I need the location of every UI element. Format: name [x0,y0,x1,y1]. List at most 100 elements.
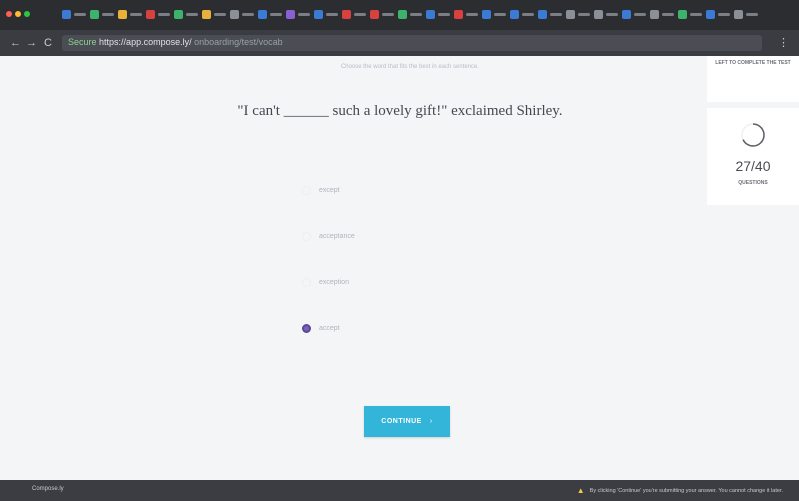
tab-favicon-icon [342,10,351,19]
back-icon[interactable]: ← [10,36,21,50]
browser-tab[interactable] [426,10,456,20]
browser-tab[interactable] [594,10,624,20]
tab-title [718,13,730,16]
browser-tab[interactable] [314,10,344,20]
tab-title [634,13,646,16]
maximize-window-dot[interactable] [24,11,30,17]
tab-favicon-icon [510,10,519,19]
tab-title [606,13,618,16]
radio-exception[interactable] [302,277,311,287]
tab-title [746,13,758,16]
browser-tab[interactable] [174,10,204,20]
warning-icon: ▲ [576,486,585,495]
tab-favicon-icon [482,10,491,19]
browser-tab[interactable] [454,10,484,20]
tab-favicon-icon [62,10,71,19]
radio-except[interactable] [302,185,311,195]
tab-title [214,13,226,16]
browser-tab[interactable] [734,10,764,20]
radio-accept-selected[interactable] [302,323,311,333]
browser-tab[interactable] [650,10,680,20]
browser-tab[interactable] [622,10,652,20]
tab-favicon-icon [202,10,211,19]
browser-tab-bar [0,0,799,30]
browser-tab[interactable] [230,10,260,20]
tab-title [550,13,562,16]
footer-bar: Compose.ly ▲ By clicking 'Continue' you'… [0,480,799,501]
tab-title [242,13,254,16]
tab-title [130,13,142,16]
browser-tab[interactable] [62,10,92,20]
option-accept[interactable]: accept [302,321,340,335]
tab-favicon-icon [622,10,631,19]
tab-title [158,13,170,16]
option-acceptance[interactable]: acceptance [302,229,355,243]
tab-title [102,13,114,16]
tab-favicon-icon [650,10,659,19]
progress-ring-icon [741,123,765,147]
browser-tab[interactable] [510,10,540,20]
browser-tab[interactable] [370,10,400,20]
tab-favicon-icon [426,10,435,19]
tab-favicon-icon [146,10,155,19]
left-to-complete-label: LEFT TO COMPLETE THE TEST [715,60,791,66]
browser-tab[interactable] [706,10,736,20]
secure-label: Secure [68,37,97,47]
tab-title [578,13,590,16]
continue-label: CONTINUE [381,418,422,425]
browser-tab[interactable] [482,10,512,20]
browser-tab[interactable] [398,10,428,20]
url-text: Secure https://app.compose.ly/ onboardin… [68,37,283,47]
tab-favicon-icon [258,10,267,19]
tab-favicon-icon [538,10,547,19]
option-label: except [319,186,340,194]
browser-tab[interactable] [118,10,148,20]
tab-title [410,13,422,16]
browser-tab[interactable] [342,10,372,20]
browser-tab[interactable] [678,10,708,20]
browser-tab[interactable] [146,10,176,20]
option-except[interactable]: except [302,183,340,197]
tab-title [382,13,394,16]
browser-tab[interactable] [286,10,316,20]
tab-favicon-icon [594,10,603,19]
radio-acceptance[interactable] [302,231,311,241]
tab-title [438,13,450,16]
tab-favicon-icon [566,10,575,19]
minimize-window-dot[interactable] [15,11,21,17]
tab-title [354,13,366,16]
tab-favicon-icon [118,10,127,19]
tab-favicon-icon [174,10,183,19]
progress-count: 27/40 [735,158,771,174]
tab-favicon-icon [230,10,239,19]
option-label: acceptance [319,232,355,240]
continue-button[interactable]: CONTINUE › [364,406,450,437]
tab-favicon-icon [454,10,463,19]
tab-title [270,13,282,16]
remaining-panel: LEFT TO COMPLETE THE TEST [707,56,799,102]
tab-favicon-icon [370,10,379,19]
browser-tab[interactable] [538,10,568,20]
tab-title [690,13,702,16]
reload-icon[interactable]: C [44,36,52,50]
footer-warning-text: By clicking 'Continue' you're submitting… [589,487,783,494]
browser-tab[interactable] [566,10,596,20]
question-sentence: "I can't ______ such a lovely gift!" exc… [237,103,563,119]
url-field[interactable]: Secure https://app.compose.ly/ onboardin… [62,35,762,51]
tab-favicon-icon [314,10,323,19]
tab-title [74,13,86,16]
chevron-right-icon: › [429,418,433,425]
option-exception[interactable]: exception [302,275,349,289]
browser-menu-icon[interactable]: ⋮ [778,36,789,49]
close-window-dot[interactable] [6,11,12,17]
browser-tab[interactable] [202,10,232,20]
browser-tab[interactable] [90,10,120,20]
forward-icon[interactable]: → [26,36,37,50]
test-page: Choose the word that fits the best in ea… [0,56,799,480]
option-label: exception [319,278,349,286]
url-domain: https://app.compose.ly/ [99,37,192,47]
browser-tab[interactable] [258,10,288,20]
questions-label: QUESTIONS [738,180,768,186]
question-instruction: Choose the word that fits the best in ea… [340,64,480,70]
footer-warning: ▲ By clicking 'Continue' you're submitti… [577,486,783,495]
